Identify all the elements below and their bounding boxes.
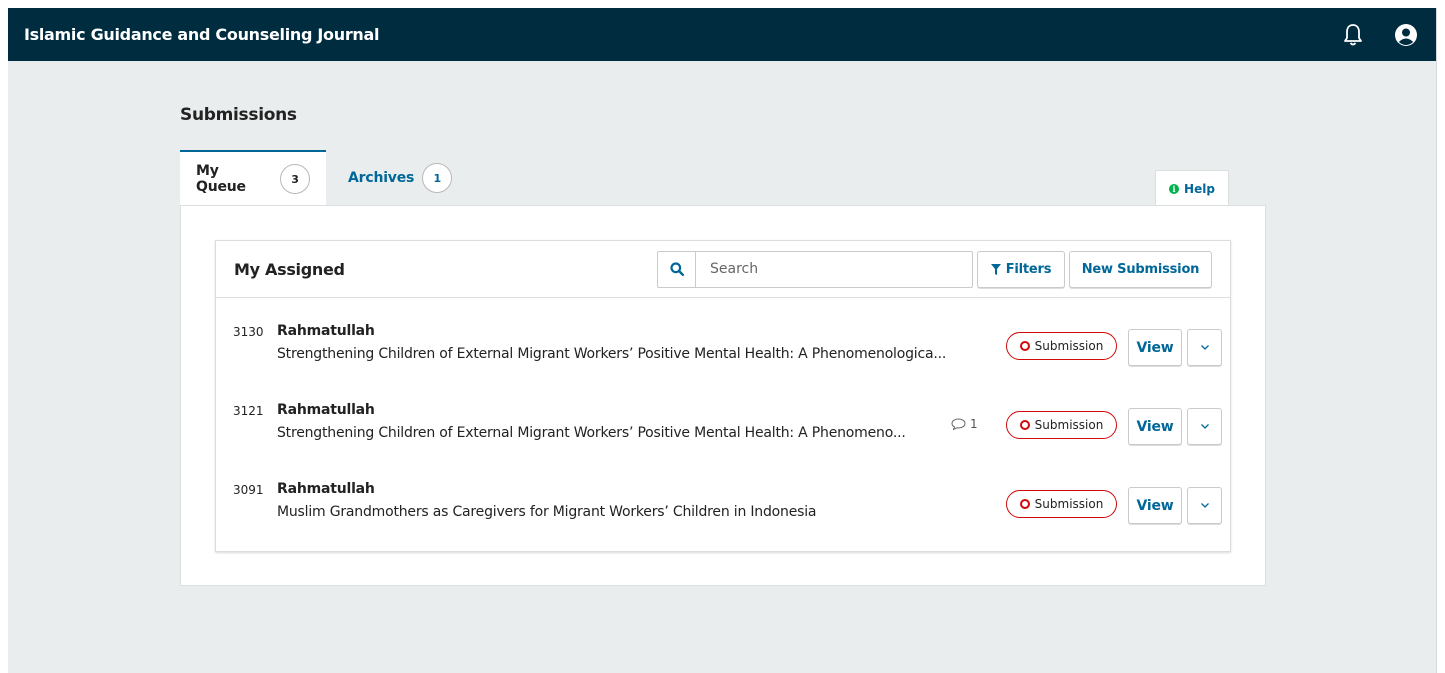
filters-label: Filters: [1005, 261, 1052, 277]
new-submission-button[interactable]: New Submission: [1069, 250, 1212, 288]
stage-badge: Submission: [1006, 411, 1117, 439]
filter-icon: [990, 263, 1001, 275]
submissions-list-panel: My Assigned Search Filters New Submissio…: [215, 240, 1231, 552]
info-icon: i: [1169, 183, 1180, 194]
stage-circle-icon: [1019, 341, 1030, 351]
stage-badge: Submission: [1006, 332, 1117, 360]
submission-row[interactable]: 3130 Rahmatullah Strengthening Children …: [216, 298, 1230, 377]
submission-row[interactable]: 3091 Rahmatullah Muslim Grandmothers as …: [216, 456, 1230, 535]
view-button[interactable]: View: [1128, 408, 1182, 445]
app-window: Islamic Guidance and Counseling Journal …: [8, 8, 1437, 673]
view-button[interactable]: View: [1128, 329, 1182, 366]
search-box: [657, 250, 973, 288]
submission-title[interactable]: Strengthening Children of External Migra…: [277, 346, 989, 362]
comment-count-value: 1: [970, 417, 978, 431]
stage-label: Submission: [1034, 497, 1104, 511]
submission-tabs: My Queue 3 Archives 1: [180, 150, 468, 206]
search-icon[interactable]: [658, 251, 696, 287]
top-header: Islamic Guidance and Counseling Journal: [8, 8, 1436, 61]
stage-badge: Submission: [1006, 490, 1117, 518]
tab-panel: My Assigned Search Filters New Submissio…: [180, 205, 1266, 586]
help-button[interactable]: i Help: [1155, 170, 1229, 206]
tab-my-queue[interactable]: My Queue 3: [180, 150, 326, 206]
submission-title[interactable]: Muslim Grandmothers as Caregivers for Mi…: [277, 504, 989, 520]
chevron-down-icon: [1200, 503, 1209, 508]
expand-row-button[interactable]: [1187, 408, 1222, 445]
submission-id: 3091: [233, 483, 264, 497]
tab-count-badge: 1: [422, 163, 453, 193]
stage-circle-icon: [1019, 420, 1030, 430]
stage-label: Submission: [1034, 339, 1104, 353]
help-label: Help: [1184, 181, 1215, 196]
submission-author: Rahmatullah: [277, 323, 375, 339]
submission-author: Rahmatullah: [277, 402, 375, 418]
page-title: Submissions: [180, 105, 297, 125]
bell-icon[interactable]: [1342, 23, 1364, 47]
user-circle-icon[interactable]: [1394, 23, 1418, 47]
submission-title[interactable]: Strengthening Children of External Migra…: [277, 425, 945, 441]
tab-count-badge: 3: [280, 164, 310, 194]
tab-label: Archives: [348, 170, 415, 186]
comment-icon: [951, 418, 966, 430]
search-input[interactable]: [696, 252, 972, 286]
submission-id: 3130: [233, 325, 264, 339]
filters-button[interactable]: Filters: [977, 250, 1065, 288]
view-button[interactable]: View: [1128, 487, 1182, 524]
expand-row-button[interactable]: [1187, 487, 1222, 524]
tab-label: My Queue: [196, 163, 246, 195]
list-header: My Assigned Search Filters New Submissio…: [216, 241, 1230, 298]
header-actions: [1342, 23, 1420, 47]
stage-label: Submission: [1034, 418, 1104, 432]
chevron-down-icon: [1200, 345, 1209, 350]
submission-id: 3121: [233, 404, 264, 418]
stage-circle-icon: [1019, 499, 1030, 509]
tab-archives[interactable]: Archives 1: [326, 150, 468, 206]
expand-row-button[interactable]: [1187, 329, 1222, 366]
chevron-down-icon: [1200, 424, 1209, 429]
comment-count: 1: [951, 417, 978, 431]
site-title[interactable]: Islamic Guidance and Counseling Journal: [24, 25, 380, 44]
list-title: My Assigned: [234, 259, 345, 279]
submission-row[interactable]: 3121 Rahmatullah Strengthening Children …: [216, 377, 1230, 456]
submission-author: Rahmatullah: [277, 481, 375, 497]
